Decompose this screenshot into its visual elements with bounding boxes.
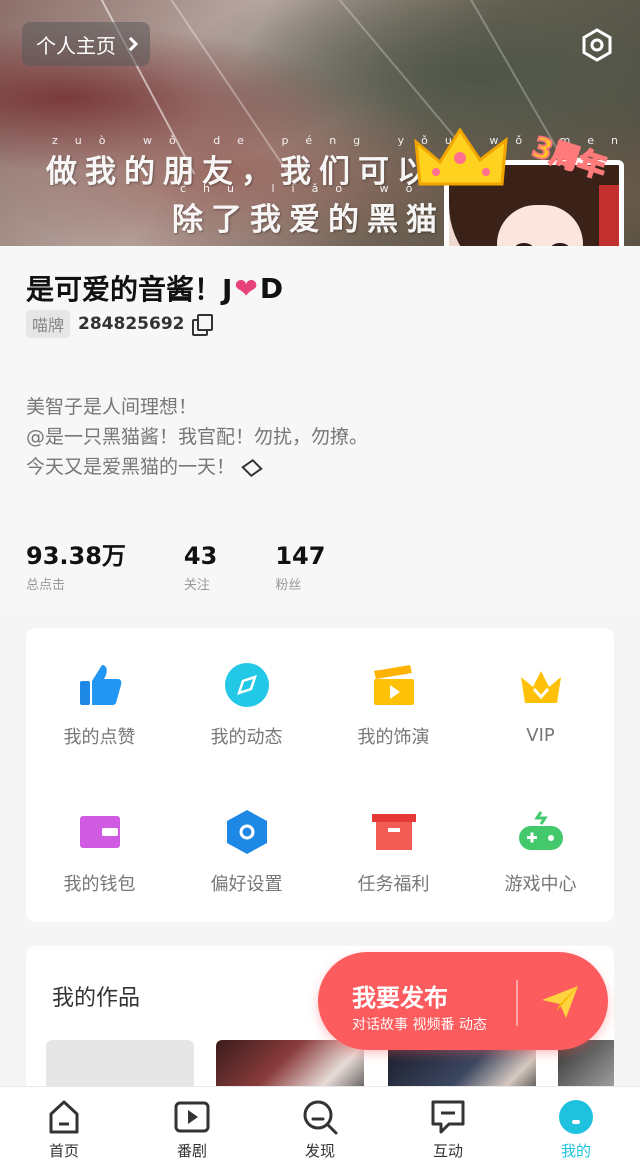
compass-icon	[224, 662, 269, 707]
edit-pen-icon[interactable]	[241, 458, 263, 477]
stats-row: 93.38万 总点击 43 关注 147 粉丝	[26, 542, 383, 593]
stat-total-clicks: 93.38万 总点击	[26, 542, 126, 593]
menu-label: 我的饰演	[357, 726, 430, 748]
nav-series[interactable]: 番剧	[128, 1087, 256, 1172]
discover-search-icon	[303, 1100, 338, 1135]
stat-following[interactable]: 43 关注	[184, 542, 217, 593]
user-id-row: 喵牌 284825692	[26, 310, 214, 338]
nav-label: 互动	[432, 1142, 463, 1160]
hexagon-settings-icon	[226, 809, 267, 854]
crown-icon	[520, 671, 561, 703]
menu-label: 我的动态	[210, 726, 283, 748]
gamepad-icon	[518, 810, 563, 850]
menu-label: 任务福利	[357, 873, 430, 895]
settings-icon[interactable]	[580, 28, 614, 62]
thumbs-up-icon	[79, 664, 121, 705]
heart-icon: ❤	[234, 271, 258, 305]
menu-label: 偏好设置	[210, 873, 283, 895]
menu-item-tasks[interactable]: 任务福利	[320, 775, 467, 922]
stat-value: 93.38万	[26, 542, 126, 570]
menu-card: 我的点赞 我的动态 我的饰演 VIP 我的钱包 偏好设置 任务福利 游戏中心	[26, 628, 614, 922]
nav-label: 番剧	[176, 1142, 207, 1160]
nav-label: 首页	[48, 1142, 79, 1160]
publish-subtitle: 对话故事 视频番 动态	[352, 1017, 487, 1033]
menu-item-likes[interactable]: 我的点赞	[26, 628, 173, 775]
banner-text-line2: 除了我爱的黑猫	[172, 202, 445, 238]
nickname-suffix: D	[259, 271, 284, 305]
bio-line: 今天又是爱黑猫的一天！	[26, 452, 368, 482]
nickname: 是可爱的音酱！J ❤ D	[26, 268, 283, 308]
nav-discover[interactable]: 发现	[256, 1087, 384, 1172]
copy-icon[interactable]	[192, 314, 214, 336]
bottom-nav: 首页 番剧 发现 互动 我的	[0, 1086, 640, 1172]
stat-fans[interactable]: 147 粉丝	[275, 542, 325, 593]
menu-item-preferences[interactable]: 偏好设置	[173, 775, 320, 922]
bio-line: 美智子是人间理想！	[26, 396, 198, 418]
stat-value: 43	[183, 542, 218, 570]
menu-item-wallet[interactable]: 我的钱包	[26, 775, 173, 922]
menu-item-vip[interactable]: VIP	[467, 628, 614, 775]
id-tag: 喵牌	[26, 310, 71, 338]
menu-label: 我的点赞	[63, 726, 136, 748]
nickname-text: 是可爱的音酱！J	[26, 273, 233, 306]
nav-me[interactable]: 我的	[512, 1087, 640, 1172]
menu-label: 游戏中心	[504, 873, 577, 895]
stat-label: 总点击	[26, 578, 66, 593]
play-icon	[174, 1101, 210, 1133]
profile-info: 是可爱的音酱！J ❤ D 喵牌 284825692 美智子是人间理想！ @是一只…	[0, 246, 640, 616]
menu-item-roles[interactable]: 我的饰演	[320, 628, 467, 775]
stat-value: 147	[275, 542, 326, 570]
nav-label: 发现	[304, 1142, 335, 1160]
wallet-icon	[79, 815, 120, 848]
menu-label: 我的钱包	[63, 873, 136, 895]
stat-label: 关注	[183, 578, 210, 593]
paper-plane-icon	[542, 986, 578, 1018]
user-id-number: 284825692	[78, 314, 185, 334]
nav-label: 我的	[560, 1142, 591, 1160]
crown-decoration-icon	[414, 128, 508, 186]
bio-line: @是一只黑猫酱！我官配！勿扰，勿撩。	[26, 426, 369, 448]
nav-home[interactable]: 首页	[0, 1087, 128, 1172]
chevron-right-icon	[123, 36, 139, 52]
publish-divider	[516, 980, 518, 1026]
publish-title: 我要发布	[352, 984, 448, 1012]
menu-label: VIP	[526, 725, 555, 746]
profile-home-label: 个人主页	[36, 33, 116, 58]
gift-box-icon	[371, 813, 416, 850]
stat-label: 粉丝	[275, 578, 302, 593]
bio[interactable]: 美智子是人间理想！ @是一只黑猫酱！我官配！勿扰，勿撩。 今天又是爱黑猫的一天！	[26, 392, 368, 482]
chat-icon	[431, 1100, 465, 1134]
profile-home-button[interactable]: 个人主页	[22, 22, 150, 66]
profile-icon	[559, 1100, 593, 1134]
menu-item-game-center[interactable]: 游戏中心	[467, 775, 614, 922]
menu-item-activity[interactable]: 我的动态	[173, 628, 320, 775]
clapperboard-icon	[373, 664, 414, 705]
publish-button[interactable]: 我要发布 对话故事 视频番 动态	[318, 952, 608, 1050]
works-title: 我的作品	[52, 986, 141, 1011]
home-icon	[49, 1100, 79, 1134]
nav-interact[interactable]: 互动	[384, 1087, 512, 1172]
